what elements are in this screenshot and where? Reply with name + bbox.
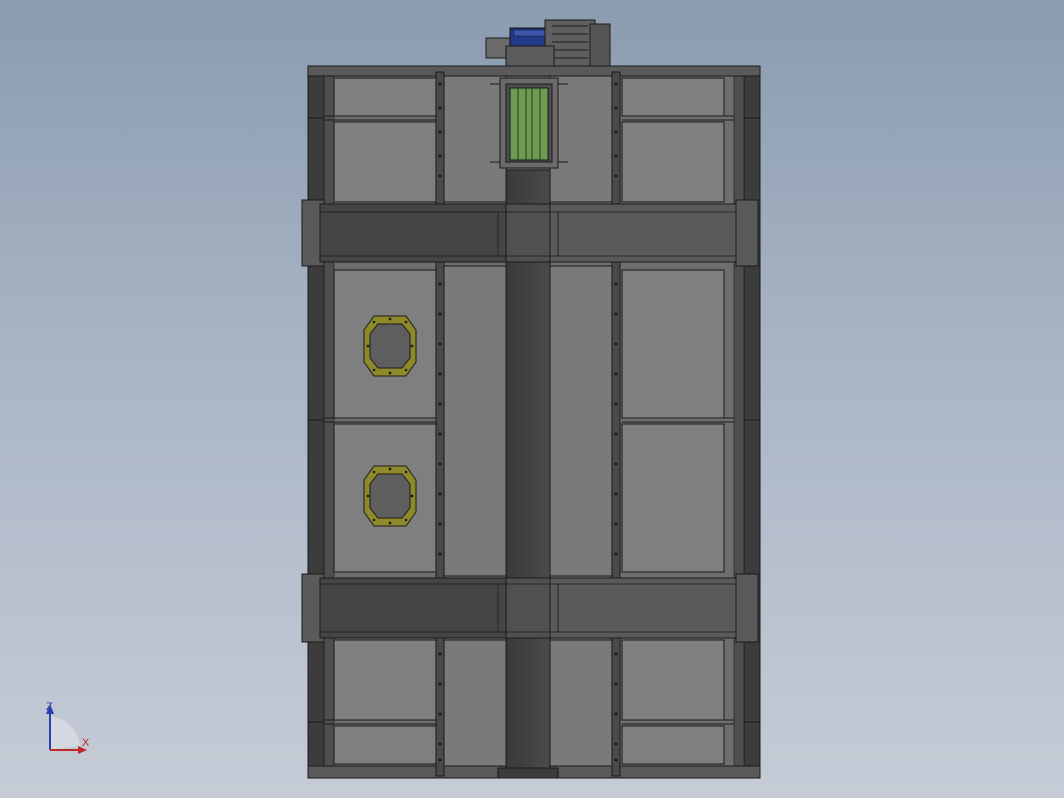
inspection-hatch-lower[interactable] bbox=[363, 465, 417, 527]
cad-graphics-viewport[interactable]: Z X bbox=[0, 0, 1064, 798]
z-axis-label: Z bbox=[46, 701, 53, 713]
cross-beam-lower[interactable] bbox=[301, 573, 759, 643]
triad-plane bbox=[50, 716, 80, 750]
model-drawing[interactable]: Z X bbox=[0, 0, 1064, 798]
cross-beam-upper[interactable] bbox=[301, 199, 759, 267]
inspection-hatch-upper[interactable] bbox=[363, 315, 417, 377]
x-axis-label: X bbox=[82, 737, 90, 749]
inlet-filter-housing[interactable] bbox=[490, 77, 568, 169]
coordinate-triad: Z X bbox=[46, 701, 90, 754]
